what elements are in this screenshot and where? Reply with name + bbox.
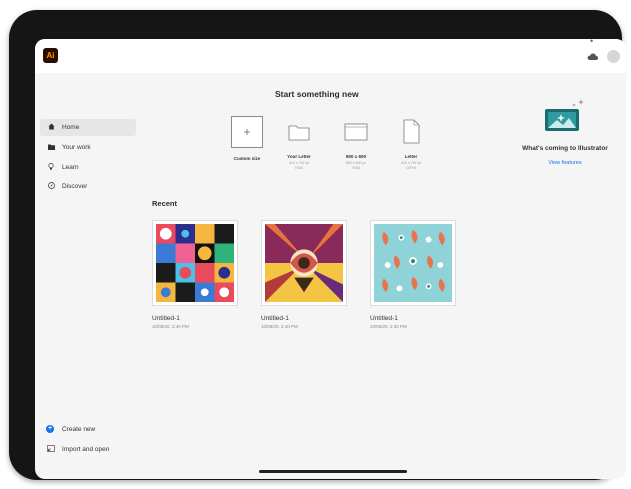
recent-heading: Recent	[152, 199, 178, 208]
preset-name: Custom size	[233, 156, 261, 161]
create-new-button[interactable]: + Create new	[46, 425, 95, 433]
import-icon	[46, 445, 56, 454]
avatar[interactable]	[607, 50, 620, 63]
sidebar-item-home[interactable]: Home	[40, 119, 136, 136]
sidebar-item-label: Learn	[62, 164, 79, 171]
plus-circle-icon: +	[46, 425, 54, 433]
recent-file-card[interactable]: Untitled-1 10/09/20, 2:40 PM	[370, 220, 458, 329]
lightbulb-icon	[46, 163, 56, 172]
folder-icon	[46, 144, 56, 152]
preset-letter[interactable]: Letter 612 x 792 pt CMYK	[381, 116, 441, 171]
file-date: 10/09/20, 2:40 PM	[370, 324, 407, 329]
preset-dims: 612 x 792 pt CMYK	[401, 161, 421, 170]
whats-new-promo: What's coming to Illustrator View featur…	[505, 97, 625, 166]
sidebar-item-label: Home	[62, 124, 80, 131]
letter-folder-icon	[284, 116, 314, 146]
app-screen: Ai • Home Your work Learn Discover + Cre…	[35, 39, 626, 479]
file-thumbnail[interactable]	[152, 220, 238, 306]
file-title: Untitled-1	[152, 315, 180, 322]
preset-name: Your Letter	[287, 154, 311, 159]
file-date: 10/09/20, 2:40 PM	[261, 324, 298, 329]
recent-file-card[interactable]: Untitled-1 10/09/20, 2:40 PM	[152, 220, 240, 329]
ipad-frame: Ai • Home Your work Learn Discover + Cre…	[9, 10, 626, 480]
file-title: Untitled-1	[261, 315, 289, 322]
create-new-label: Create new	[62, 425, 96, 433]
sparkle-screen-icon	[543, 97, 587, 135]
import-and-open-button[interactable]: Import and open	[46, 445, 109, 454]
sidebar-item-label: Discover	[62, 183, 88, 190]
home-icon	[46, 123, 56, 132]
view-features-link[interactable]: View features	[505, 160, 625, 166]
file-title: Untitled-1	[370, 315, 398, 322]
sidebar-item-discover[interactable]: Discover	[40, 178, 136, 195]
file-date: 10/09/20, 2:40 PM	[152, 324, 189, 329]
preset-your-letter[interactable]: Your Letter 612 x 792 pt RGB	[269, 116, 329, 171]
compass-icon	[46, 182, 56, 191]
recent-file-card[interactable]: Untitled-1 10/09/20, 2:40 PM	[261, 220, 349, 329]
file-thumbnail[interactable]	[370, 220, 456, 306]
plus-icon	[231, 116, 263, 148]
sidebar: Home Your work Learn Discover + Create n…	[35, 73, 139, 479]
screen-icon	[341, 116, 371, 146]
top-bar: Ai •	[35, 39, 626, 73]
file-thumbnail[interactable]	[261, 220, 347, 306]
illustrator-logo: Ai	[43, 48, 58, 63]
status-icon: •	[590, 39, 594, 46]
start-something-new-heading: Start something new	[275, 89, 359, 99]
preset-custom-size[interactable]: Custom size	[217, 116, 277, 163]
sidebar-item-learn[interactable]: Learn	[40, 159, 136, 176]
preset-dims: 800 x 600 px RGB	[345, 161, 367, 170]
import-and-open-label: Import and open	[62, 446, 110, 453]
preset-800x600[interactable]: 800 x 600 800 x 600 px RGB	[326, 116, 386, 171]
sidebar-item-label: Your work	[62, 144, 91, 151]
document-icon	[396, 116, 426, 146]
promo-title: What's coming to Illustrator	[522, 145, 608, 152]
preset-name: 800 x 600	[345, 154, 367, 159]
preset-dims: 612 x 792 pt RGB	[289, 161, 309, 170]
sidebar-item-your-work[interactable]: Your work	[40, 139, 136, 156]
home-indicator[interactable]	[259, 470, 407, 473]
preset-name: Letter	[404, 154, 418, 159]
cloud-icon[interactable]	[587, 53, 598, 60]
